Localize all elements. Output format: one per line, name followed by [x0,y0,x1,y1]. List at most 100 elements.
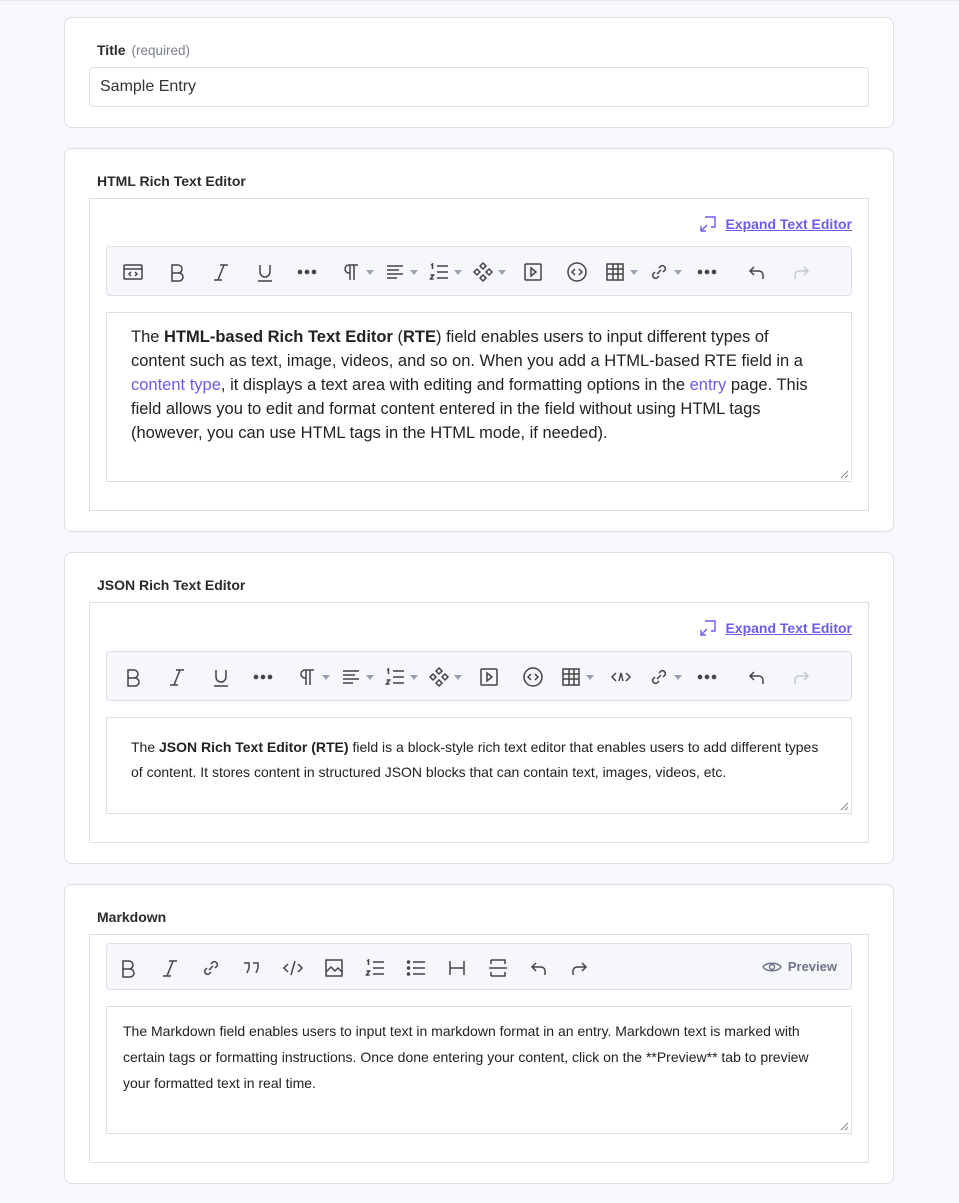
embed-icon [567,262,587,282]
more-options-button[interactable] [696,664,718,690]
html-rte-toolbar [106,246,852,296]
resize-handle-icon[interactable] [839,801,849,811]
title-input[interactable] [89,67,869,107]
heading-button[interactable] [446,955,468,981]
bullet-list-button[interactable] [405,955,427,981]
underline-button[interactable] [210,664,232,690]
quote-icon [244,962,259,974]
chevron-down-icon [586,674,594,680]
resize-handle-icon[interactable] [839,1121,849,1131]
html-rte-content[interactable]: The HTML-based Rich Text Editor (RTE) fi… [106,312,852,482]
italic-button[interactable] [159,955,181,981]
expand-text-editor-link[interactable]: Expand Text Editor [699,215,852,233]
bold-button[interactable] [166,259,188,285]
redo-icon [794,671,810,684]
more-icon [297,269,317,275]
ordered-list-button[interactable] [364,955,386,981]
chevron-down-icon [366,674,374,680]
bold-text: RTE [403,328,436,346]
required-note: (required) [131,43,191,58]
bold-button[interactable] [117,955,139,981]
quote-button[interactable] [241,955,263,981]
image-button[interactable] [323,955,345,981]
paragraph-dropdown[interactable] [340,259,374,285]
undo-button[interactable] [528,955,550,981]
markdown-label: Markdown [97,909,167,925]
embed-button[interactable] [566,259,588,285]
html-rte-label: HTML Rich Text Editor [97,173,246,189]
widget-dropdown[interactable] [472,259,506,285]
underline-icon [214,670,228,687]
undo-button[interactable] [746,664,768,690]
align-icon [387,265,403,279]
code-button[interactable] [282,955,304,981]
markdown-toolbar: Preview [106,943,852,990]
align-icon [343,670,359,684]
chevron-down-icon [322,674,330,680]
code-icon [282,960,304,976]
link-dropdown[interactable] [648,259,682,285]
chevron-down-icon [674,674,682,680]
embed-button[interactable] [522,664,544,690]
title-field-card: Title (required) [64,17,894,128]
json-rte-content[interactable]: The JSON Rich Text Editor (RTE) field is… [106,717,852,814]
video-icon [524,263,542,281]
chevron-down-icon [454,269,462,275]
video-button[interactable] [522,259,544,285]
markdown-content[interactable]: The Markdown field enables users to inpu… [106,1006,852,1134]
table-icon [606,263,624,281]
horizontal-rule-button[interactable] [487,955,509,981]
chevron-down-icon [410,674,418,680]
ordered-list-icon [429,262,448,280]
link-icon [651,264,667,280]
entry-link[interactable]: entry [690,376,727,394]
more-options-button[interactable] [296,259,318,285]
ordered-list-icon [365,958,384,976]
expand-text-editor-label: Expand Text Editor [725,216,852,232]
more-options-button[interactable] [252,664,274,690]
video-button[interactable] [478,664,500,690]
redo-button[interactable] [568,955,590,981]
paragraph-dropdown[interactable] [296,664,330,690]
italic-button[interactable] [166,664,188,690]
redo-button[interactable] [790,259,812,285]
underline-button[interactable] [254,259,276,285]
expand-text-editor-link[interactable]: Expand Text Editor [699,619,852,637]
embed-icon [523,667,543,687]
content-type-link[interactable]: content type [131,376,221,394]
chevron-down-icon [630,269,638,275]
list-dropdown[interactable] [428,259,462,285]
table-dropdown[interactable] [560,664,594,690]
align-dropdown[interactable] [340,664,374,690]
undo-icon [748,671,764,684]
html-source-button[interactable] [122,259,144,285]
list-dropdown[interactable] [384,664,418,690]
more-options-button[interactable] [696,259,718,285]
html-source-icon [123,264,143,280]
resize-handle-icon[interactable] [839,469,849,479]
json-rte-toolbar [106,651,852,701]
undo-icon [748,266,764,279]
table-dropdown[interactable] [604,259,638,285]
italic-button[interactable] [210,259,232,285]
redo-button[interactable] [790,664,812,690]
widget-dropdown[interactable] [428,664,462,690]
underline-icon [258,265,272,282]
italic-icon [170,669,184,686]
preview-button[interactable]: Preview [762,959,837,974]
markdown-card: Markdown Preview The Markdown field enab… [64,884,894,1184]
align-dropdown[interactable] [384,259,418,285]
heading-icon [449,961,465,975]
eye-icon [762,962,782,971]
code-embed-button[interactable] [610,664,632,690]
paragraph-icon [300,669,314,685]
more-icon [697,269,717,275]
table-icon [562,668,580,686]
link-dropdown[interactable] [648,664,682,690]
chevron-down-icon [366,269,374,275]
link-icon [651,669,667,685]
undo-button[interactable] [746,259,768,285]
bold-button[interactable] [122,664,144,690]
bullet-list-icon [406,960,425,976]
link-button[interactable] [200,955,222,981]
